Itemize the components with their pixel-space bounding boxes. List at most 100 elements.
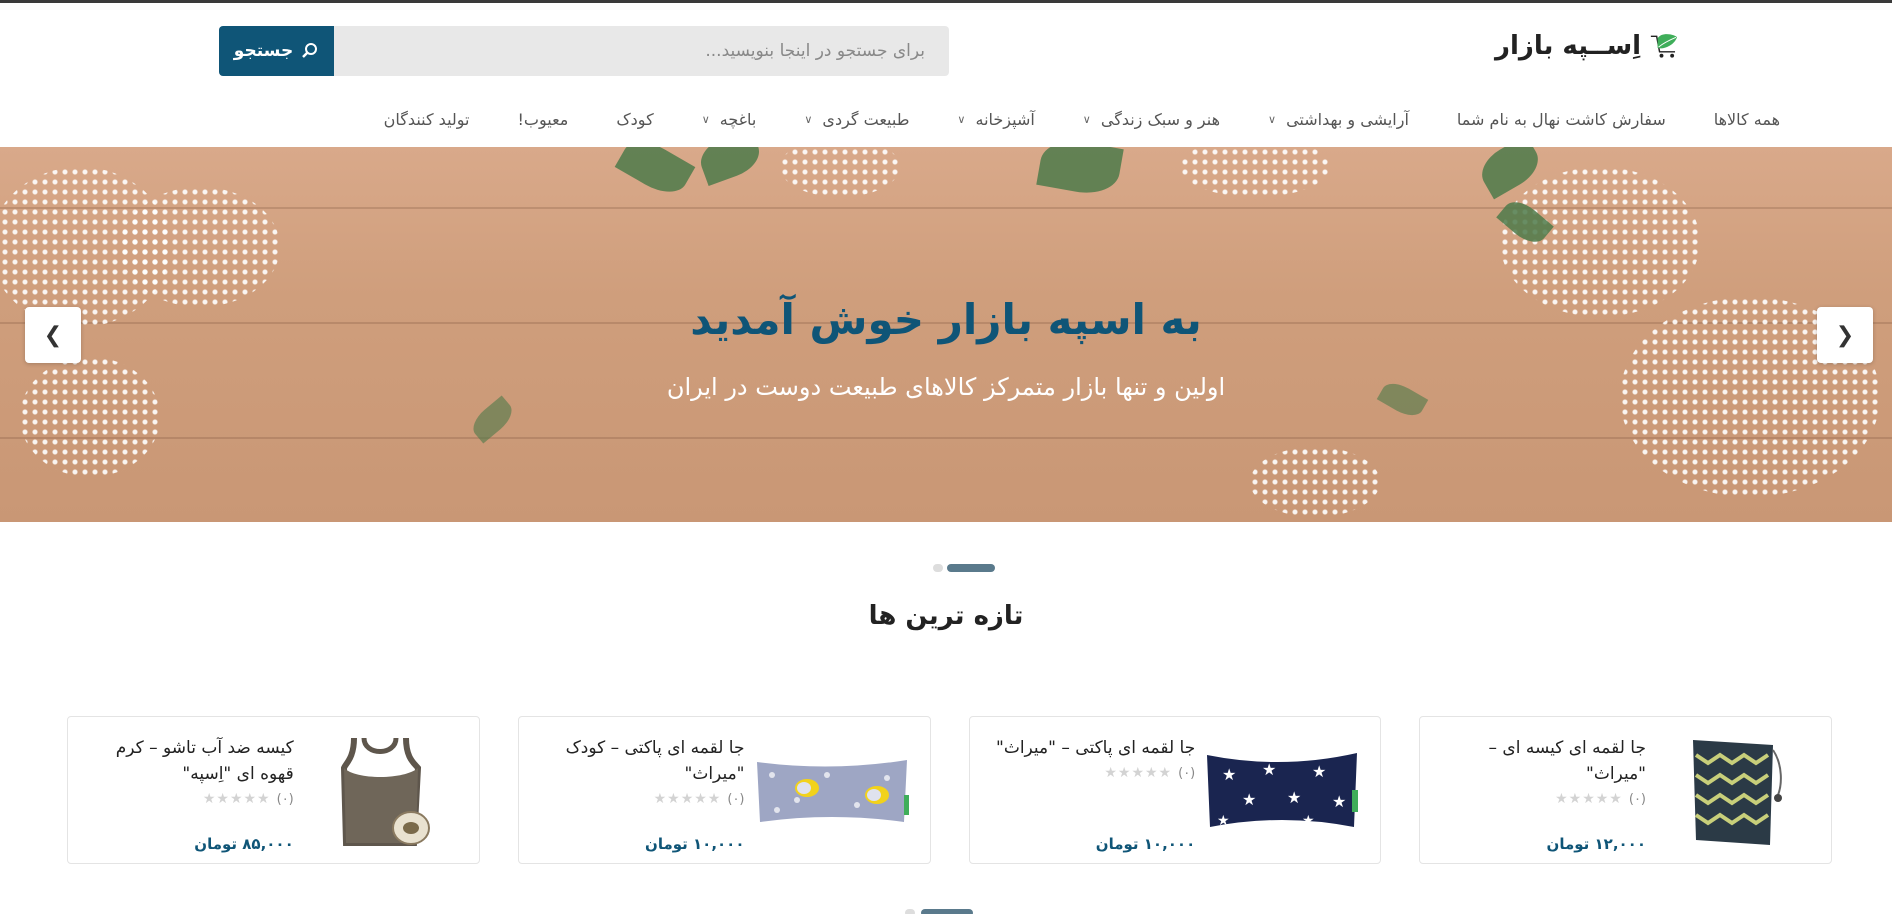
svg-text:★: ★ [1287,788,1301,807]
wood-grain [0,437,1892,439]
leaf-decoration [614,147,696,202]
nav-item-art-lifestyle[interactable]: هنر و سبک زندگی ∨ [1083,110,1220,129]
product-card[interactable]: جا لقمه ای پاکتی – کودک "میراث" (۰) ★★★★… [517,716,931,864]
star-rating-icon: ★★★★★ [1104,765,1173,781]
carousel-dot-active[interactable] [921,909,973,914]
product-rating: (۰) ★★★★★ [535,791,745,807]
product-price: ۱۲,۰۰۰ تومان [1546,835,1646,853]
nav-item-cosmetics[interactable]: آرایشی و بهداشتی ∨ [1268,110,1409,129]
hero-title: به اسپه بازار خوش آمدید [690,295,1202,344]
cart-leaf-icon [1650,34,1678,58]
svg-text:★: ★ [1302,813,1315,829]
main-nav: همه کالاها سفارش کاشت نهال به نام شما آر… [384,99,1780,139]
product-info: کیسه ضد آب تاشو – کرم قهوه ای "اِسپه" (۰… [84,735,294,807]
product-title[interactable]: جا لقمه ای پاکتی – کودک "میراث" [535,735,745,787]
search-icon [302,43,318,58]
rating-count: (۰) [276,791,294,807]
product-image[interactable] [752,725,912,855]
svg-text:★: ★ [1217,813,1230,829]
svg-text:★: ★ [1332,792,1346,811]
nav-item-kitchen[interactable]: آشپزخانه ∨ [957,110,1034,129]
zigzag-bag-image [1693,740,1782,845]
chevron-down-icon: ∨ [804,112,813,126]
star-rating-icon: ★★★★★ [202,791,271,807]
slider-dot-active[interactable] [947,564,995,572]
product-price: ۱۰,۰۰۰ تومان [645,835,745,853]
hero-subtitle: اولین و تنها بازار متمرکز کالاهای طبیعت … [666,373,1226,401]
chevron-down-icon: ∨ [957,112,966,126]
slider-dot[interactable] [933,564,943,572]
slider-pagination [933,564,995,572]
svg-text:★: ★ [1312,762,1326,781]
elephant-pouch-image [756,760,909,822]
nav-item-label: هنر و سبک زندگی [1100,109,1221,129]
svg-text:★: ★ [1222,765,1236,784]
search-bar: جستجو [219,26,949,76]
site-header: اِســپه بازار جستجو [0,6,1892,91]
product-card[interactable]: ★ ★ ★ ★ ★ ★ ★ ★ جا لقمه ای پاکتی – "میرا… [968,716,1382,864]
chevron-down-icon: ∨ [1082,112,1091,126]
nav-item-label: تولید کنندگان [383,109,470,129]
product-card[interactable]: جا لقمه ای کیسه ای – "میراث" (۰) ★★★★★ ۱… [1419,716,1832,864]
nav-item-label: آشپزخانه [975,109,1035,129]
nav-item-label: طبیعت گردی [822,109,910,129]
nav-item-tree-planting[interactable]: سفارش کاشت نهال به نام شما [1457,110,1666,129]
flower-decoration [780,147,900,197]
nav-item-label: باغچه [719,109,757,129]
product-image[interactable] [301,725,461,855]
product-carousel: جا لقمه ای کیسه ای – "میراث" (۰) ★★★★★ ۱… [67,716,1832,864]
rating-count: (۰) [1178,765,1196,781]
nav-item-label: آرایشی و بهداشتی [1286,109,1409,129]
logo-text: اِســپه بازار [1495,31,1642,61]
product-image[interactable]: ★ ★ ★ ★ ★ ★ ★ ★ [1202,725,1362,855]
svg-text:★: ★ [1262,760,1276,779]
nav-item-label: کودک [616,109,654,129]
flower-decoration [1180,147,1330,197]
star-rating-icon: ★★★★★ [1555,791,1623,807]
hero-slider: به اسپه بازار خوش آمدید اولین و تنها باز… [0,147,1892,522]
rating-count: (۰) [727,791,745,807]
chevron-left-icon: ❮ [43,322,63,348]
rating-count: (۰) [1628,791,1646,807]
tote-bag-image [340,737,430,846]
star-rating-icon: ★★★★★ [653,791,722,807]
product-card[interactable]: کیسه ضد آب تاشو – کرم قهوه ای "اِسپه" (۰… [67,716,480,864]
nav-item-garden[interactable]: باغچه ∨ [702,110,757,129]
slider-next-button[interactable]: ❯ [1817,307,1873,363]
star-pouch-image: ★ ★ ★ ★ ★ ★ ★ ★ [1207,753,1359,829]
nav-item-producers[interactable]: تولید کنندگان [384,110,470,129]
leaf-decoration [1036,147,1124,199]
nav-item-label: سفارش کاشت نهال به نام شما [1456,109,1666,129]
chevron-down-icon: ∨ [1268,112,1277,126]
search-input[interactable] [334,26,949,76]
section-title: تازه ترین ها [868,601,1024,631]
product-title[interactable]: کیسه ضد آب تاشو – کرم قهوه ای "اِسپه" [84,735,294,787]
product-price: ۱۰,۰۰۰ تومان [1095,835,1196,853]
nav-item-label: معیوب! [517,109,569,129]
product-rating: (۰) ★★★★★ [84,791,294,807]
product-title[interactable]: جا لقمه ای پاکتی – "میراث" [985,735,1195,761]
product-info: جا لقمه ای پاکتی – کودک "میراث" (۰) ★★★★… [535,735,745,807]
nav-item-kids[interactable]: کودک [616,110,653,129]
search-button[interactable]: جستجو [219,26,334,76]
product-image[interactable] [1653,725,1813,855]
carousel-dot[interactable] [905,909,915,914]
site-logo[interactable]: اِســپه بازار [1495,20,1678,72]
nav-item-label: همه کالاها [1713,109,1780,129]
leaf-decoration [694,147,766,187]
nav-item-defective[interactable]: معیوب! [518,110,569,129]
nav-item-all-products[interactable]: همه کالاها [1714,110,1780,129]
nav-item-nature-tourism[interactable]: طبیعت گردی ∨ [804,110,909,129]
carousel-pagination [905,909,973,914]
product-rating: (۰) ★★★★★ [985,765,1195,781]
product-price: ۸۵,۰۰۰ تومان [194,835,294,853]
product-info: جا لقمه ای پاکتی – "میراث" (۰) ★★★★★ [985,735,1195,781]
product-title[interactable]: جا لقمه ای کیسه ای – "میراث" [1436,735,1647,787]
svg-text:★: ★ [1242,790,1256,809]
chevron-down-icon: ∨ [701,112,710,126]
product-rating: (۰) ★★★★★ [1436,791,1646,807]
chevron-right-icon: ❯ [1835,322,1855,348]
product-info: جا لقمه ای کیسه ای – "میراث" (۰) ★★★★★ [1436,735,1647,807]
slider-prev-button[interactable]: ❮ [25,307,81,363]
flower-decoration [1250,447,1380,517]
